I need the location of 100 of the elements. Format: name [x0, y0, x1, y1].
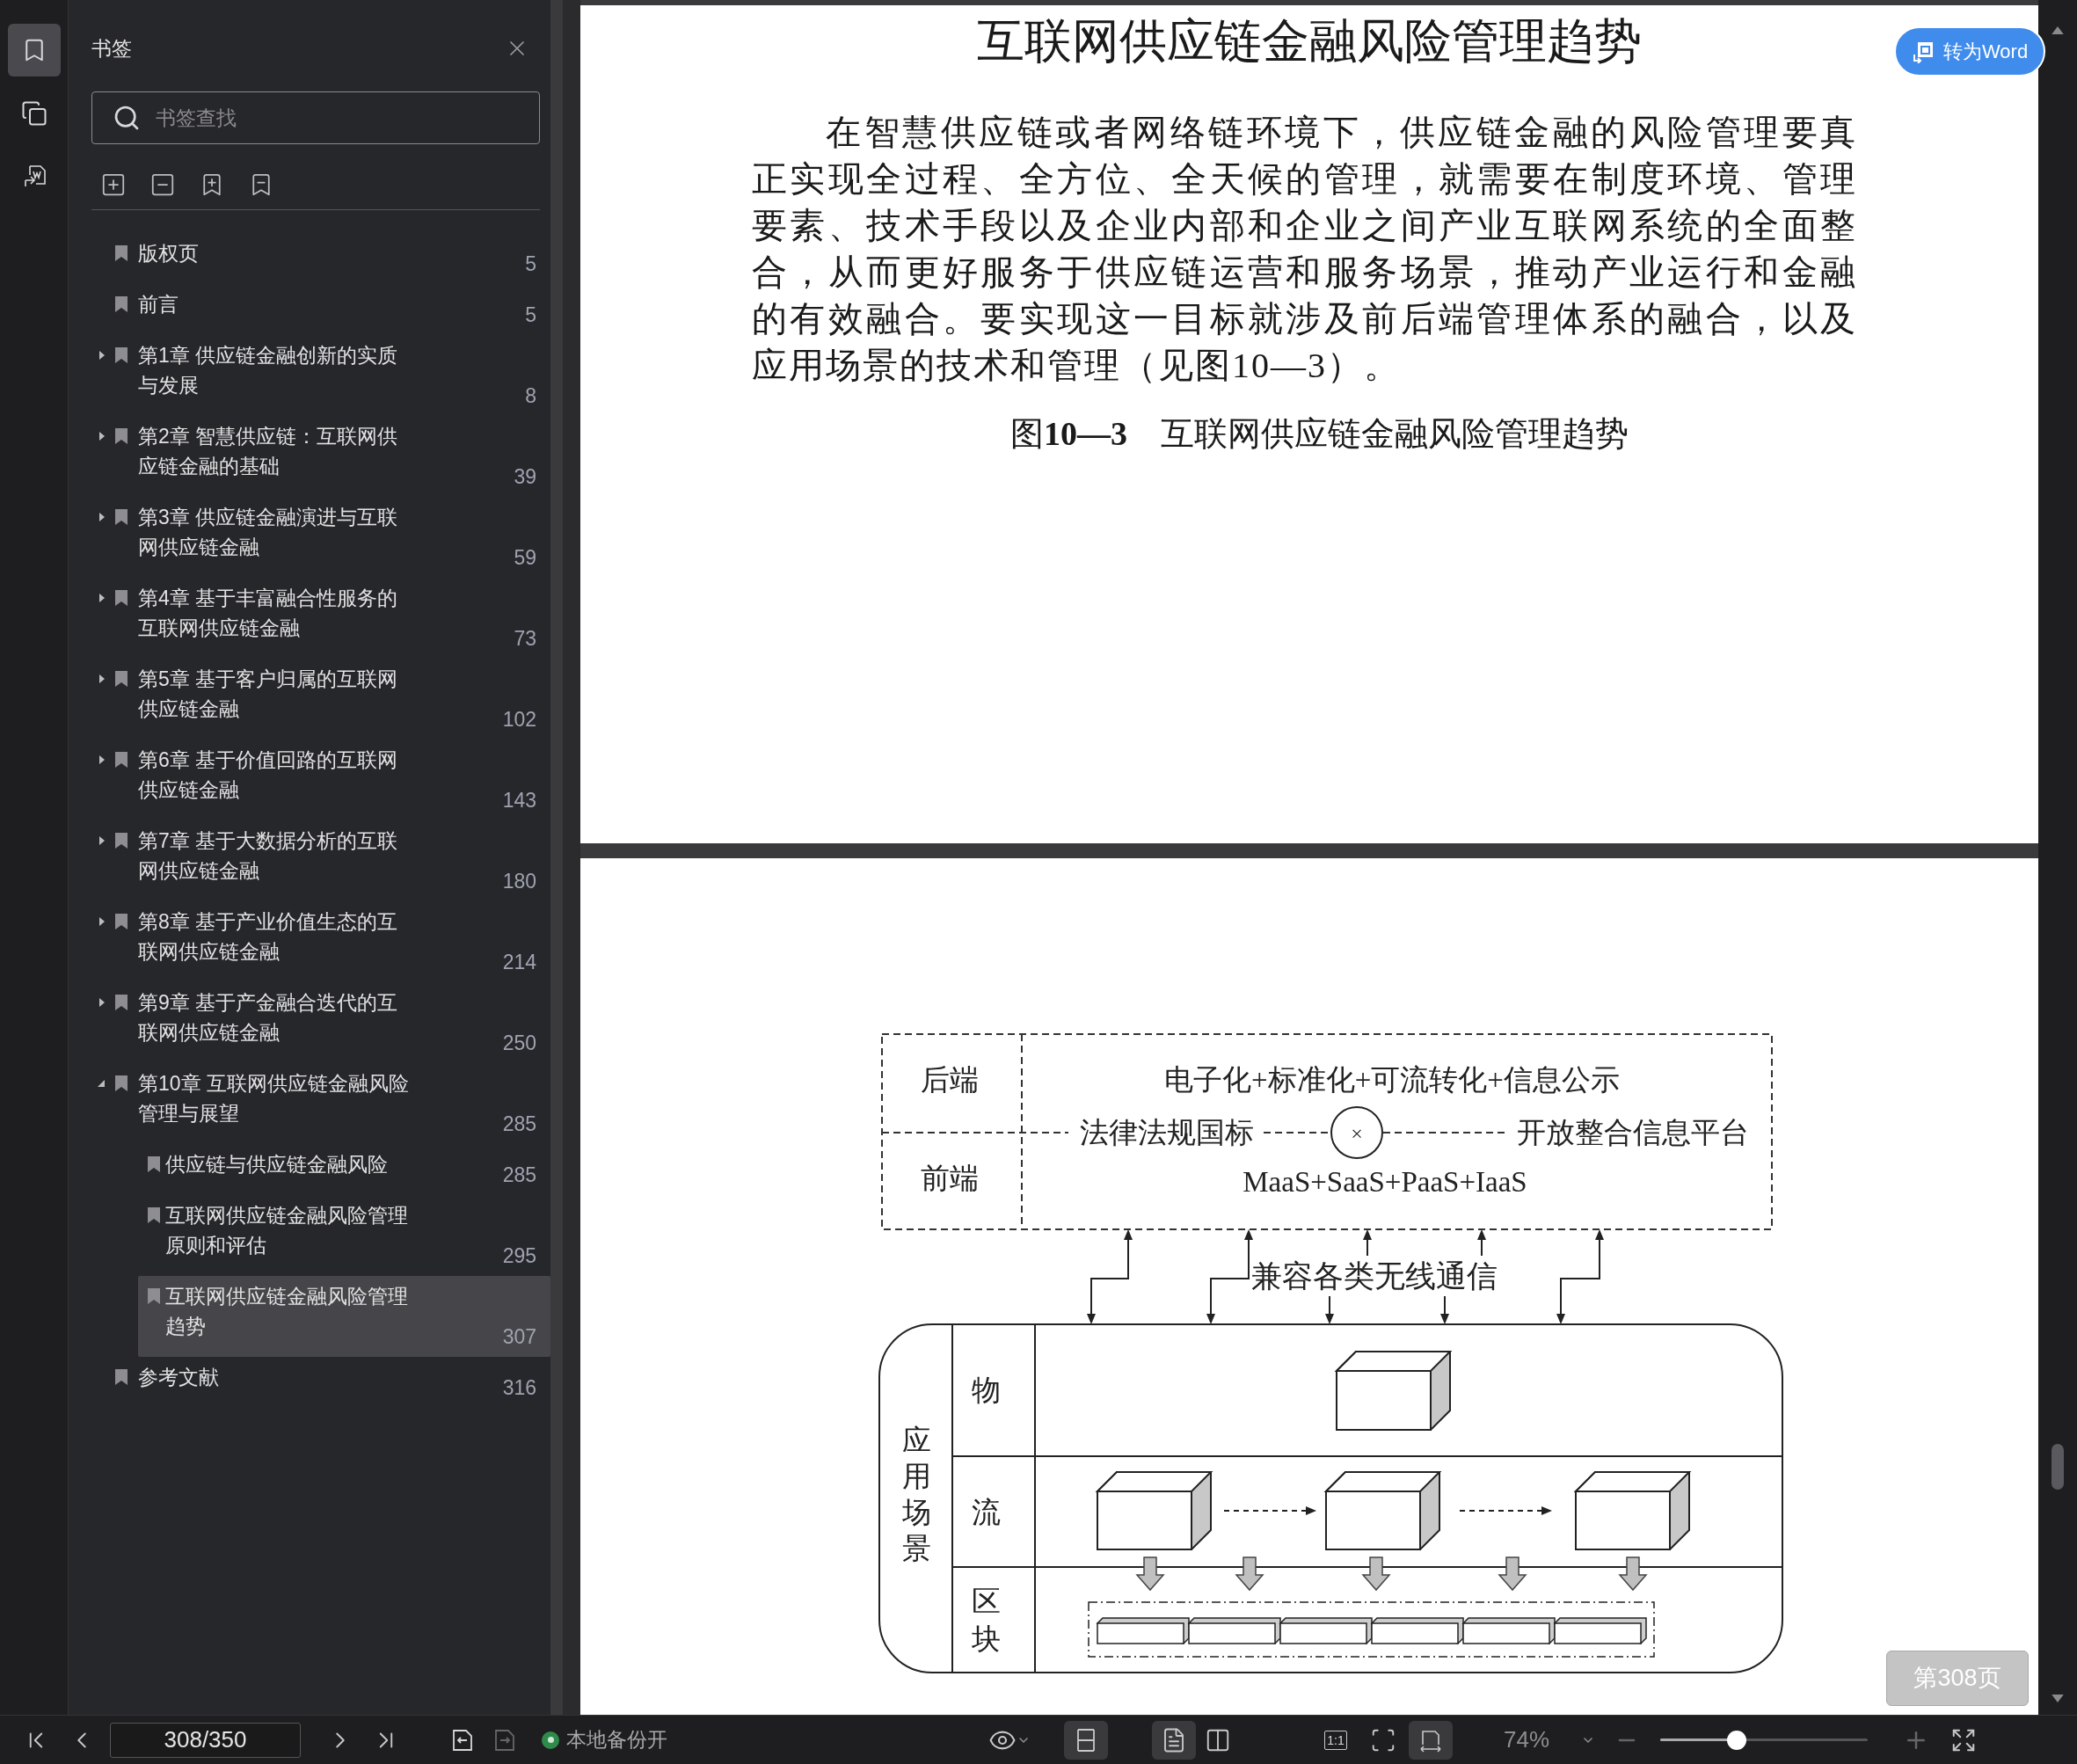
caret-right-icon[interactable]	[98, 998, 106, 1007]
bookmark-item[interactable]: 第2章 智慧供应链：互联网供应链金融的基础 39	[69, 416, 550, 497]
panel-title: 书签	[91, 36, 132, 62]
bookmark-icon	[147, 1287, 161, 1305]
bookmark-item[interactable]: 第8章 基于产业价值生态的互联网供应链金融 214	[69, 901, 550, 982]
bookmark-icon	[114, 832, 128, 849]
down-arrow	[1440, 1295, 1449, 1324]
bookmark-icon	[114, 670, 128, 688]
scrollbar-thumb[interactable]	[2051, 1444, 2064, 1490]
diagram-label: 区块	[971, 1585, 1001, 1655]
file-back-icon[interactable]	[450, 1727, 475, 1753]
bookmark-item[interactable]: 第1章 供应链金融创新的实质与发展 8	[69, 335, 550, 416]
bookmark-title: 第10章 互联网供应链金融风险管理与展望	[138, 1071, 410, 1126]
bookmark-title: 第6章 基于价值回路的互联网供应链金融	[138, 747, 399, 803]
search-field[interactable]: 书签查找	[91, 91, 540, 144]
bookmark-icon	[114, 751, 128, 769]
bookmark-item[interactable]: 前言 5	[69, 284, 550, 335]
bookmark-title: 第8章 基于产业价值生态的互联网供应链金融	[138, 909, 399, 965]
bookmark-item[interactable]: 版权页 5	[69, 233, 550, 284]
bookmark-item[interactable]: 第5章 基于客户归属的互联网供应链金融 102	[69, 659, 550, 740]
bookmark-icon	[114, 913, 128, 930]
caret-right-icon[interactable]	[98, 917, 106, 926]
caret-right-icon[interactable]	[98, 513, 106, 521]
bookmark-icon	[114, 244, 128, 262]
bookmark-title: 参考文献	[138, 1365, 220, 1390]
zoom-level: 74%	[1504, 1725, 1550, 1754]
bookmark-icon	[114, 427, 128, 445]
diagram-label: 后端	[921, 1064, 979, 1096]
bookmark-title: 第2章 智慧供应链：互联网供应链金融的基础	[138, 424, 399, 479]
bookmark-icon	[114, 589, 128, 607]
bookmark-item[interactable]: 第7章 基于大数据分析的互联网供应链金融 180	[69, 820, 550, 901]
convert-icon	[1912, 40, 1935, 63]
file-forward-icon[interactable]	[492, 1727, 517, 1753]
bookmark-title: 第4章 基于丰富融合性服务的互联网供应链金融	[138, 586, 399, 641]
down-arrow	[1361, 1556, 1391, 1592]
multiply-circle: ×	[1330, 1106, 1383, 1159]
diagram-label: 物	[971, 1374, 1001, 1406]
diagram-text: 兼容各类无线通信	[1251, 1259, 1498, 1294]
page-number-field[interactable]: 308/350	[110, 1722, 301, 1758]
page-number: 214	[502, 950, 536, 975]
bookmark-title: 供应链与供应链金融风险	[165, 1152, 389, 1177]
page-number: 180	[502, 869, 536, 894]
bookmark-title: 版权页	[138, 241, 200, 266]
down-arrow	[1498, 1556, 1527, 1592]
continuous-scroll-button[interactable]	[1064, 1720, 1108, 1760]
bookmark-item[interactable]: 互联网供应链金融风险管理原则和评估 295	[138, 1195, 550, 1276]
bookmark-icon	[114, 1075, 128, 1092]
figure-caption: 图10—3 互联网供应链金融风险管理趋势	[1010, 414, 1629, 454]
diagram-label: 流	[971, 1497, 1001, 1528]
actual-size-button[interactable]: 1:1	[1314, 1720, 1358, 1760]
bookmark-item[interactable]: 互联网供应链金融风险管理趋势 307	[138, 1276, 550, 1357]
square-minus-icon[interactable]	[149, 171, 176, 198]
caret-right-icon[interactable]	[98, 674, 106, 683]
page-number: 39	[514, 464, 536, 490]
caret-right-icon[interactable]	[98, 755, 106, 764]
body-paragraph: 在智慧供应链或者网络链环境下，供应链金融的风险管理要真正实现全过程、全方位、全天候的管理，就需要在制度环境、管理要素、技术手段以及企业内部和企业之间产业互联网系统的全面整合，从而更好服务于供应链运营和服务场景，推动产业运行和金融的有效融合。要实现这一目标就涉及前后端管理体系的融合，以及应用场景的技术和管理（见图10—3）。	[752, 112, 1857, 387]
caret-right-icon[interactable]	[98, 594, 106, 602]
page-number: 143	[502, 788, 536, 813]
page-number: 250	[502, 1031, 536, 1056]
caret-right-icon[interactable]	[98, 351, 106, 360]
bookmark-item[interactable]: 供应链与供应链金融风险 285	[138, 1144, 550, 1195]
page-number: 102	[502, 707, 536, 733]
bookmark-title: 第1章 供应链金融创新的实质与发展	[138, 343, 399, 398]
bookmark-title: 第7章 基于大数据分析的互联网供应链金融	[138, 828, 399, 884]
scroll-up-icon[interactable]	[2051, 26, 2064, 34]
bookmark-item[interactable]: 第10章 互联网供应链金融风险管理与展望 285	[69, 1063, 550, 1144]
diagram-label: 应用场景	[901, 1425, 931, 1564]
page-number: 307	[502, 1324, 536, 1350]
caret-right-icon[interactable]	[98, 432, 106, 441]
bookmark-item[interactable]: 第6章 基于价值回路的互联网供应链金融 143	[69, 740, 550, 820]
single-page-button[interactable]	[1152, 1720, 1196, 1760]
bookmark-icon	[114, 994, 128, 1011]
fit-width-button[interactable]	[1409, 1720, 1453, 1760]
bookmark-title: 第9章 基于产金融合迭代的互联网供应链金融	[138, 990, 399, 1046]
bookmark-icon	[114, 508, 128, 526]
bookmark-item[interactable]: 第9章 基于产金融合迭代的互联网供应链金融 250	[69, 982, 550, 1063]
caret-right-icon[interactable]	[98, 836, 106, 845]
square-plus-icon[interactable]	[100, 171, 127, 198]
page-number: 5	[525, 303, 536, 328]
down-arrow	[1135, 1556, 1165, 1592]
down-arrow	[1618, 1556, 1648, 1592]
caret-down-icon[interactable]	[97, 1079, 106, 1088]
bookmark-item[interactable]: 第3章 供应链金融演进与互联网供应链金融 59	[69, 497, 550, 578]
page-number: 5	[525, 251, 536, 277]
page-number: 8	[525, 383, 536, 409]
zoom-slider[interactable]	[1660, 1730, 1869, 1750]
backup-status: 本地备份开	[566, 1727, 667, 1753]
slider-thumb[interactable]	[1727, 1730, 1747, 1750]
scroll-down-icon[interactable]	[2051, 1695, 2064, 1702]
bookmark-title: 前言	[138, 292, 179, 317]
page-number: 316	[502, 1375, 536, 1401]
down-arrow	[1325, 1295, 1334, 1324]
bookmark-icon	[114, 295, 128, 313]
bookmark-item[interactable]: 参考文献 316	[69, 1357, 550, 1408]
rail-tab[interactable]	[7, 24, 61, 77]
page-heading: 互联网供应链金融风险管理趋势	[977, 14, 1642, 69]
down-arrow	[1235, 1556, 1264, 1592]
page-number: 59	[514, 545, 536, 571]
bookmark-item[interactable]: 第4章 基于丰富融合性服务的互联网供应链金融 73	[69, 578, 550, 659]
page-number: 285	[502, 1163, 536, 1188]
